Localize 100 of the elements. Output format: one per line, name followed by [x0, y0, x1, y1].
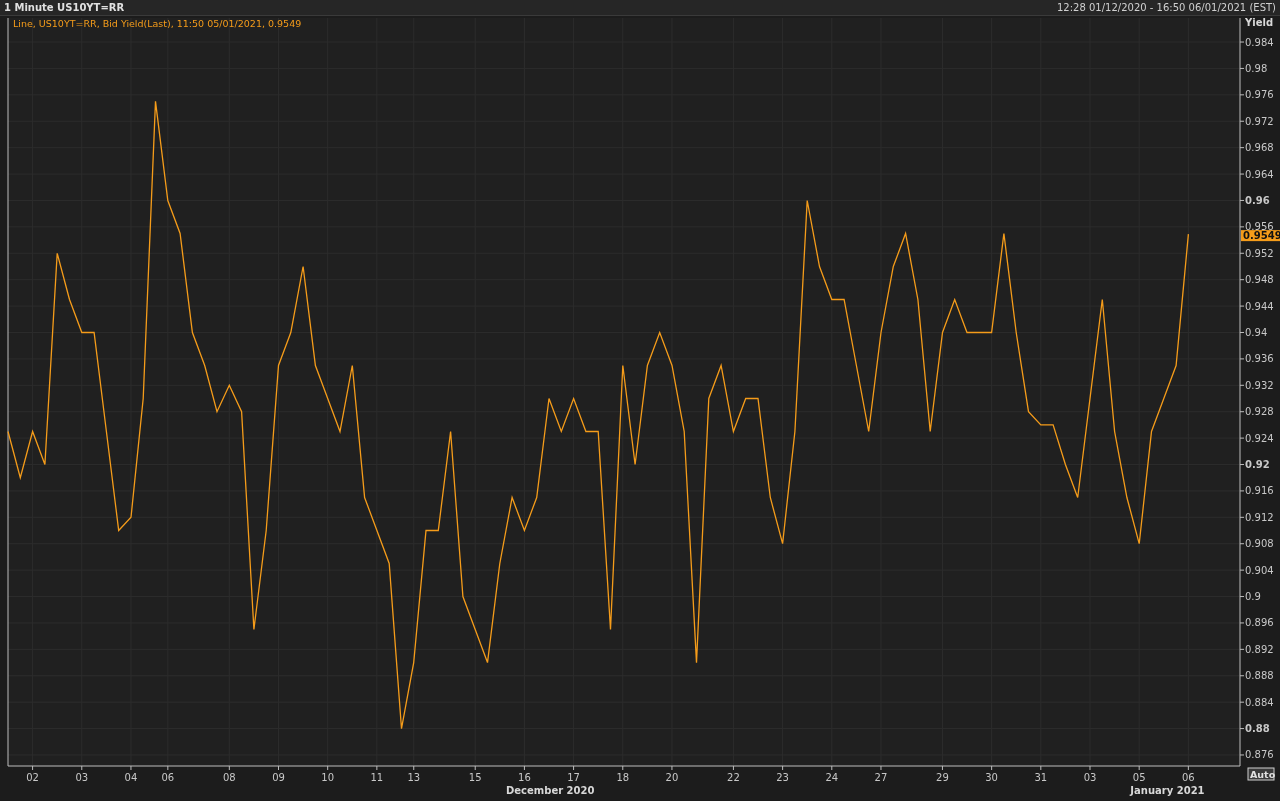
x-tick-label: 16	[518, 772, 531, 783]
y-tick-label: 0.892	[1245, 643, 1274, 655]
axis-tick-label: 23	[776, 765, 789, 783]
y-tick-label: 0.952	[1245, 247, 1274, 259]
axis-tick-label: 0.896	[1239, 617, 1274, 629]
axis-tick-label: 0.916	[1239, 485, 1274, 497]
axis-tick-label: 0.888	[1239, 670, 1274, 682]
axis-tick-label: 0.984	[1239, 36, 1274, 48]
axis-tick-label: 16	[518, 765, 531, 783]
x-tick-label: 04	[124, 772, 138, 783]
axis-tick-label: 18	[616, 765, 630, 783]
axis-tick-label: 09	[272, 765, 285, 783]
month-label: January 2021	[1130, 785, 1205, 796]
x-tick-label: 10	[321, 772, 335, 783]
x-tick-label: 31	[1034, 772, 1048, 783]
axis-tick-label: 31	[1034, 765, 1048, 783]
axis-tick-label: 04	[124, 765, 138, 783]
axis-tick-label: 0.964	[1239, 168, 1274, 180]
axis-title: Yield	[1245, 17, 1274, 28]
axis-tick-label: 0.904	[1239, 564, 1274, 576]
axis-tick-label: 0.952	[1239, 247, 1274, 259]
axis-tick-label: 0.924	[1239, 432, 1274, 444]
x-tick-label: 08	[222, 772, 236, 783]
axis-tick-label: 0.876	[1239, 749, 1274, 761]
axis-tick-label: 13	[407, 765, 421, 783]
x-tick-label: 22	[727, 772, 740, 783]
y-tick-label: 0.932	[1245, 379, 1274, 391]
axis-tick-label: 0.976	[1239, 89, 1274, 101]
y-tick-label: 0.904	[1245, 564, 1274, 576]
axis-tick-label: 0.948	[1239, 274, 1274, 286]
axis-tick-label: 03	[1083, 765, 1097, 783]
axis-tick-label: 0.928	[1239, 406, 1274, 418]
y-tick-label: 0.948	[1245, 274, 1274, 286]
axis-tick-label: 0.92	[1239, 459, 1270, 470]
month-label: December 2020	[506, 785, 595, 796]
axis-tick-label: 03	[75, 765, 89, 783]
x-tick-label: 17	[567, 772, 580, 783]
window-title: 1 Minute US10YT=RR	[4, 2, 125, 13]
date-range: 12:28 01/12/2020 - 16:50 06/01/2021 (EST)	[1057, 2, 1276, 13]
axis-tick-label: 0.88	[1239, 723, 1270, 735]
y-tick-label: 0.908	[1245, 538, 1274, 550]
y-tick-label: 0.876	[1245, 749, 1274, 761]
axis-tick-label: 11	[370, 765, 384, 783]
x-tick-label: 27	[874, 772, 888, 783]
axis-tick-label: 06	[161, 765, 175, 783]
axis-tick-label: 0.912	[1239, 511, 1274, 523]
axis-tick-label: 15	[468, 765, 482, 783]
axis-tick-label: 30	[985, 765, 998, 783]
x-tick-label: 24	[825, 772, 839, 783]
x-tick-label: 11	[370, 772, 384, 783]
y-tick-label: 0.976	[1245, 89, 1274, 101]
axis-tick-label: 0.936	[1239, 353, 1274, 365]
x-tick-label: 29	[936, 772, 949, 783]
axis-tick-label: 0.968	[1239, 142, 1274, 154]
x-tick-label: 03	[1083, 772, 1097, 783]
axis-tick-label: 29	[936, 765, 949, 783]
x-tick-label: 18	[616, 772, 630, 783]
axis-tick-label: 0.932	[1239, 379, 1274, 391]
axis-tick-label: 05	[1132, 765, 1146, 783]
y-tick-label: 0.968	[1245, 142, 1274, 154]
y-tick-label: 0.916	[1245, 485, 1274, 497]
axis-tick-label: 22	[727, 765, 740, 783]
y-tick-label: 0.944	[1245, 300, 1274, 312]
axis-tick-label: 0.884	[1239, 696, 1274, 708]
axis-tick-label: 0.956	[1239, 221, 1274, 233]
x-tick-label: 05	[1132, 772, 1146, 783]
x-tick-label: 20	[665, 772, 679, 783]
x-tick-label: 06	[161, 772, 175, 783]
y-tick-label: 0.884	[1245, 696, 1274, 708]
x-tick-label: 15	[468, 772, 482, 783]
x-tick-label: 13	[407, 772, 421, 783]
y-tick-label: 0.94	[1245, 326, 1268, 338]
y-tick-label: 0.972	[1245, 115, 1274, 127]
axis-tick-label: 0.96	[1239, 194, 1270, 206]
axis-tick-label: 0.892	[1239, 643, 1274, 655]
x-tick-label: 06	[1181, 772, 1195, 783]
axis-tick-label: 24	[825, 765, 839, 783]
x-tick-label: 30	[985, 772, 998, 783]
y-tick-label: 0.88	[1245, 723, 1270, 735]
axis-tick-label: 20	[665, 765, 679, 783]
axis-tick-label: 17	[567, 765, 580, 783]
axis-tick-label: 0.94	[1239, 327, 1268, 338]
y-tick-label: 0.96	[1245, 194, 1270, 206]
axis-tick-label: 0.9	[1239, 591, 1261, 603]
y-tick-label: 0.936	[1245, 353, 1274, 365]
y-tick-label: 0.912	[1245, 511, 1274, 523]
y-tick-label: 0.924	[1245, 432, 1274, 444]
y-tick-label: 0.928	[1245, 406, 1274, 418]
y-tick-label: 0.92	[1245, 459, 1270, 471]
y-tick-label: 0.964	[1245, 168, 1274, 180]
auto-button[interactable]: Auto	[1247, 767, 1276, 781]
x-tick-label: 23	[776, 772, 789, 783]
axis-tick-label: 0.908	[1239, 538, 1274, 550]
x-tick-label: 03	[75, 772, 89, 783]
axis-tick-label: 10	[321, 765, 335, 783]
x-tick-label: 09	[272, 772, 285, 783]
y-tick-label: 0.888	[1245, 670, 1274, 682]
y-tick-label: 0.9	[1245, 591, 1261, 603]
axis-tick-label: 02	[26, 765, 39, 783]
y-tick-label: 0.984	[1245, 36, 1274, 48]
